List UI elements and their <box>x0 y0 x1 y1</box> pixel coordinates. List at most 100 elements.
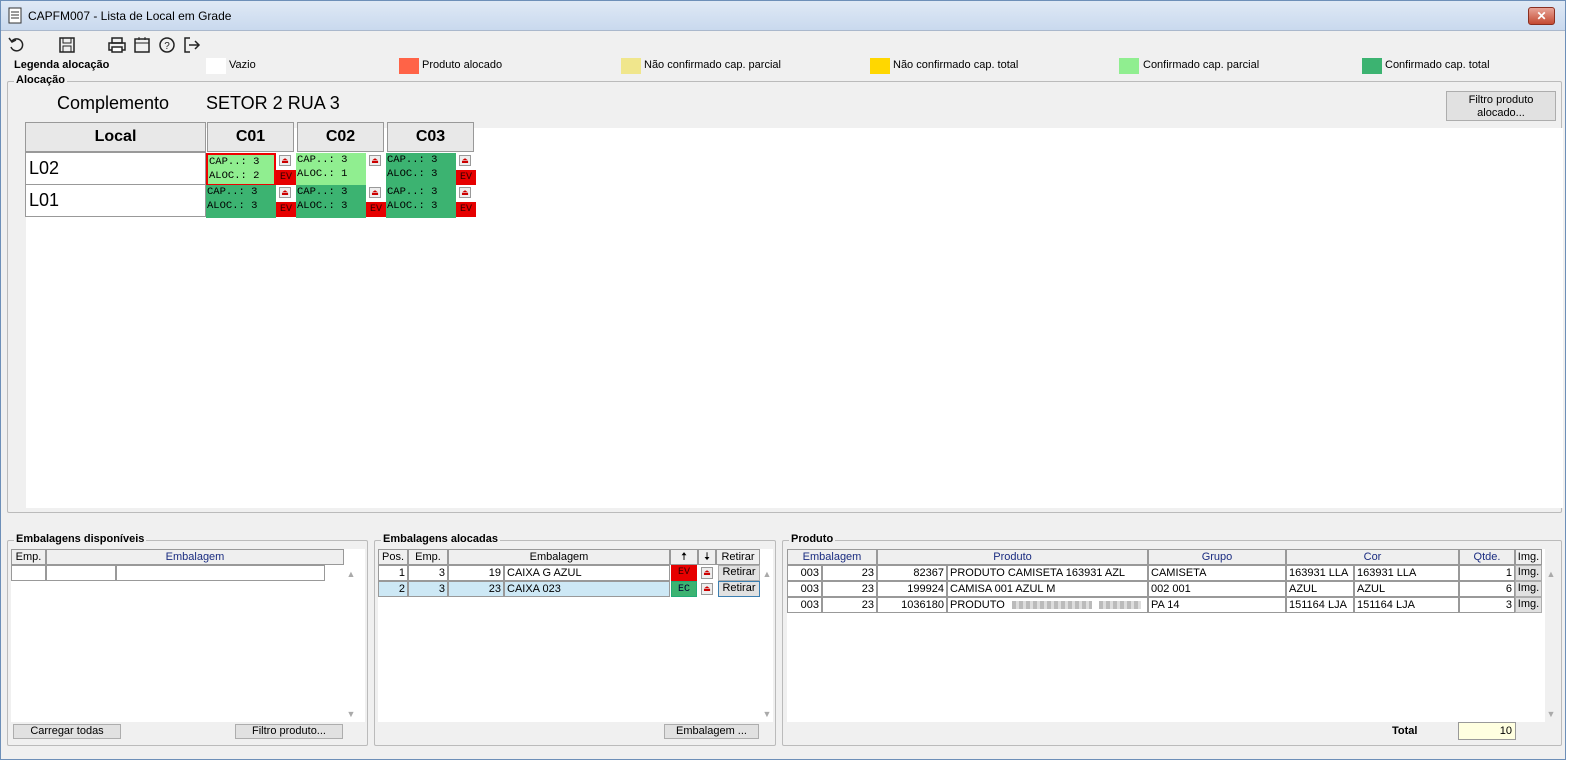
scroll-up-icon[interactable]: ▲ <box>761 569 773 579</box>
prod-header-produto: Produto <box>877 549 1148 565</box>
retirar-button[interactable]: Retirar <box>718 581 760 597</box>
aloc-cell-emp[interactable]: 3 <box>408 565 448 581</box>
disp-cell[interactable] <box>11 565 46 581</box>
aloc-cell-num[interactable]: 23 <box>448 581 504 597</box>
prod-cell[interactable]: 003 <box>787 597 822 613</box>
eject-icon[interactable]: ⏏ <box>701 567 713 579</box>
aloc-cell-num[interactable]: 19 <box>448 565 504 581</box>
save-icon[interactable] <box>57 35 77 55</box>
scroll-down-icon[interactable]: ▼ <box>761 709 773 719</box>
legend-label-conf-total: Confirmado cap. total <box>1385 59 1490 71</box>
aloc-cell-name[interactable]: CAIXA 023 <box>504 581 670 597</box>
prod-cell[interactable]: 1036180 <box>877 597 947 613</box>
cell-aloc: ALOC.: 2 <box>209 170 260 182</box>
prod-cell[interactable]: AZUL <box>1354 581 1459 597</box>
prod-cell[interactable]: 151164 LJA <box>1286 597 1354 613</box>
prod-cell[interactable]: AZUL <box>1286 581 1354 597</box>
prod-cell-desc-redacted[interactable]: PRODUTO <box>947 597 1148 613</box>
scroll-down-icon[interactable]: ▼ <box>1545 709 1557 719</box>
img-button[interactable]: Img. <box>1515 565 1542 581</box>
prod-cell[interactable]: 199924 <box>877 581 947 597</box>
cell-info: CAP..: 3 ALOC.: 3 <box>386 153 456 186</box>
prod-cell[interactable]: 003 <box>787 581 822 597</box>
prod-cell[interactable]: 23 <box>822 597 877 613</box>
disp-cell[interactable] <box>116 565 325 581</box>
cell-aloc: ALOC.: 3 <box>207 200 258 212</box>
prod-cell[interactable]: 6 <box>1459 581 1515 597</box>
grid-cell-l02-c01[interactable]: CAP..: 3 ALOC.: 2 ⏏ EV <box>206 153 296 186</box>
img-button[interactable]: Img. <box>1515 581 1542 597</box>
retirar-button[interactable]: Retirar <box>718 565 760 581</box>
prod-cell[interactable]: 3 <box>1459 597 1515 613</box>
prod-cell[interactable]: 163931 LLA <box>1286 565 1354 581</box>
prod-cell[interactable]: PRODUTO CAMISETA 163931 AZL <box>947 565 1148 581</box>
aloc-header-emp: Emp. <box>408 549 448 565</box>
produto-label: Produto <box>789 533 836 545</box>
legend-label-vazio: Vazio <box>229 59 256 71</box>
disp-cell[interactable] <box>46 565 116 581</box>
total-label: Total <box>1392 725 1418 737</box>
grid-cell-l01-c01[interactable]: CAP..: 3 ALOC.: 3 ⏏ EV <box>206 185 296 218</box>
cell-info: CAP..: 3 ALOC.: 2 <box>206 153 276 186</box>
grid-cell-l02-c02[interactable]: CAP..: 3 ALOC.: 1 ⏏ <box>296 153 386 186</box>
scroll-up-icon[interactable]: ▲ <box>345 569 357 579</box>
svg-text:?: ? <box>164 41 170 52</box>
undo-icon[interactable] <box>7 35 27 55</box>
scroll-down-icon[interactable]: ▼ <box>345 709 357 719</box>
title-bar[interactable]: CAPFM007 - Lista de Local em Grade ✕ <box>1 1 1565 31</box>
disponiveis-label: Embalagens disponíveis <box>14 533 147 545</box>
prod-cell[interactable]: 163931 LLA <box>1354 565 1459 581</box>
img-button[interactable]: Img. <box>1515 597 1542 613</box>
help-icon[interactable]: ? <box>157 35 177 55</box>
grid-cell-l01-c02[interactable]: CAP..: 3 ALOC.: 3 ⏏ EV <box>296 185 386 218</box>
arrow-down-icon[interactable]: 🠇 <box>698 549 716 565</box>
aloc-cell-emp[interactable]: 3 <box>408 581 448 597</box>
prod-cell[interactable]: 1 <box>1459 565 1515 581</box>
grid-cell-l01-c03[interactable]: CAP..: 3 ALOC.: 3 ⏏ EV <box>386 185 476 218</box>
eject-icon[interactable]: ⏏ <box>701 583 713 595</box>
eject-icon[interactable]: ⏏ <box>459 187 471 198</box>
prod-cell[interactable]: CAMISETA <box>1148 565 1286 581</box>
close-button[interactable]: ✕ <box>1528 7 1555 25</box>
cell-info: CAP..: 3 ALOC.: 1 <box>296 153 366 186</box>
prod-cell[interactable]: 23 <box>822 565 877 581</box>
embalagem-button[interactable]: Embalagem ... <box>664 724 759 739</box>
grid-cell-l02-c03[interactable]: CAP..: 3 ALOC.: 3 ⏏ EV <box>386 153 476 186</box>
filtro-produto-alocado-button[interactable]: Filtro produto alocado... <box>1446 91 1556 121</box>
prod-cell[interactable]: 002 001 <box>1148 581 1286 597</box>
eject-icon[interactable]: ⏏ <box>279 187 291 198</box>
prod-cell[interactable]: 003 <box>787 565 822 581</box>
arrow-up-icon[interactable]: 🠅 <box>670 549 698 565</box>
aloc-cell-name[interactable]: CAIXA G AZUL <box>504 565 670 581</box>
cell-cap: CAP..: 3 <box>207 186 258 198</box>
prod-header-cor: Cor <box>1286 549 1459 565</box>
prod-cell[interactable]: 23 <box>822 581 877 597</box>
main-window: CAPFM007 - Lista de Local em Grade ✕ ? L… <box>0 0 1566 760</box>
prod-cell[interactable]: 82367 <box>877 565 947 581</box>
cell-info: CAP..: 3 ALOC.: 3 <box>296 185 366 218</box>
carregar-todas-button[interactable]: Carregar todas <box>13 724 121 739</box>
prod-cell[interactable]: CAMISA 001 AZUL M <box>947 581 1148 597</box>
filtro-produto-button[interactable]: Filtro produto... <box>235 724 343 739</box>
column-header-c01: C01 <box>207 122 294 152</box>
alocadas-label: Embalagens alocadas <box>381 533 500 545</box>
eject-icon[interactable]: ⏏ <box>369 187 381 198</box>
exit-icon[interactable] <box>182 35 202 55</box>
eject-icon[interactable]: ⏏ <box>459 155 471 166</box>
cell-cap: CAP..: 3 <box>297 186 348 198</box>
scroll-up-icon[interactable]: ▲ <box>1545 569 1557 579</box>
eject-icon[interactable]: ⏏ <box>279 155 291 166</box>
aloc-header-pos: Pos. <box>378 549 408 565</box>
prod-header-grupo: Grupo <box>1148 549 1286 565</box>
legend-swatch-conf-parcial <box>1119 58 1139 74</box>
print-icon[interactable] <box>107 35 127 55</box>
prod-cell[interactable]: 151164 LJA <box>1354 597 1459 613</box>
legend-swatch-nao-conf-parcial <box>621 58 641 74</box>
local-header: Local <box>25 122 206 152</box>
prod-cell[interactable]: PA 14 <box>1148 597 1286 613</box>
aloc-cell-pos[interactable]: 2 <box>378 581 408 597</box>
calendar-icon[interactable] <box>132 35 152 55</box>
eject-icon[interactable]: ⏏ <box>369 155 381 166</box>
ev-badge: EV <box>276 202 296 217</box>
aloc-cell-pos[interactable]: 1 <box>378 565 408 581</box>
